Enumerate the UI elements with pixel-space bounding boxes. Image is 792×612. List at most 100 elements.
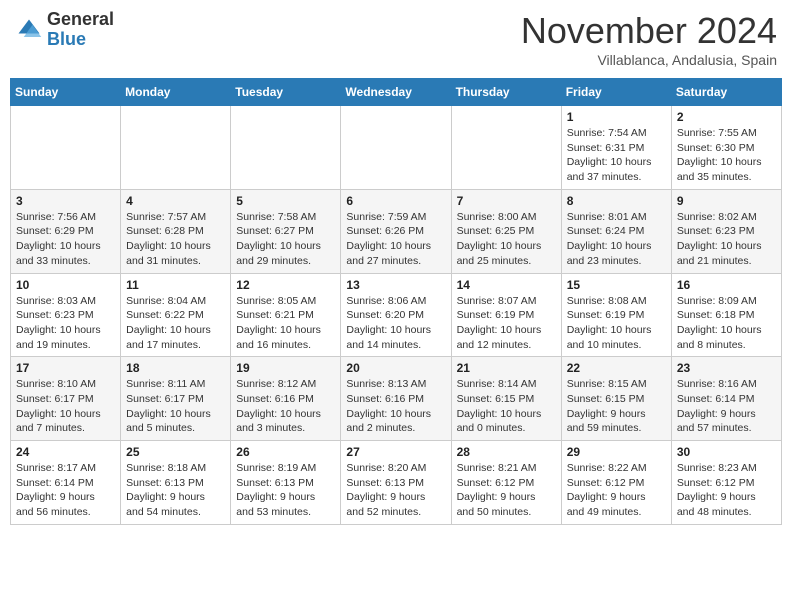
- calendar-cell: 19 Sunrise: 8:12 AMSunset: 6:16 PMDayligh…: [231, 357, 341, 441]
- calendar-cell: 13 Sunrise: 8:06 AMSunset: 6:20 PMDayligh…: [341, 273, 451, 357]
- logo-icon: [15, 16, 43, 44]
- weekday-wednesday: Wednesday: [341, 79, 451, 106]
- day-info: Sunrise: 7:56 AMSunset: 6:29 PMDaylight:…: [16, 210, 115, 269]
- day-info: Sunrise: 7:59 AMSunset: 6:26 PMDaylight:…: [346, 210, 445, 269]
- weekday-header-row: SundayMondayTuesdayWednesdayThursdayFrid…: [11, 79, 782, 106]
- weekday-thursday: Thursday: [451, 79, 561, 106]
- day-info: Sunrise: 8:13 AMSunset: 6:16 PMDaylight:…: [346, 377, 445, 436]
- day-info: Sunrise: 7:57 AMSunset: 6:28 PMDaylight:…: [126, 210, 225, 269]
- month-title: November 2024: [521, 10, 777, 52]
- day-info: Sunrise: 8:17 AMSunset: 6:14 PMDaylight:…: [16, 461, 115, 520]
- calendar-cell: [451, 106, 561, 190]
- weekday-tuesday: Tuesday: [231, 79, 341, 106]
- day-number: 23: [677, 361, 776, 375]
- day-info: Sunrise: 8:00 AMSunset: 6:25 PMDaylight:…: [457, 210, 556, 269]
- day-number: 9: [677, 194, 776, 208]
- day-number: 12: [236, 278, 335, 292]
- day-info: Sunrise: 7:58 AMSunset: 6:27 PMDaylight:…: [236, 210, 335, 269]
- calendar-cell: 2 Sunrise: 7:55 AMSunset: 6:30 PMDaylight…: [671, 106, 781, 190]
- day-number: 21: [457, 361, 556, 375]
- day-info: Sunrise: 8:22 AMSunset: 6:12 PMDaylight:…: [567, 461, 666, 520]
- calendar-cell: 29 Sunrise: 8:22 AMSunset: 6:12 PMDayligh…: [561, 441, 671, 525]
- day-number: 7: [457, 194, 556, 208]
- weekday-sunday: Sunday: [11, 79, 121, 106]
- calendar-cell: 21 Sunrise: 8:14 AMSunset: 6:15 PMDayligh…: [451, 357, 561, 441]
- day-number: 5: [236, 194, 335, 208]
- calendar-cell: [121, 106, 231, 190]
- day-number: 10: [16, 278, 115, 292]
- day-number: 16: [677, 278, 776, 292]
- calendar-cell: 10 Sunrise: 8:03 AMSunset: 6:23 PMDayligh…: [11, 273, 121, 357]
- day-info: Sunrise: 8:16 AMSunset: 6:14 PMDaylight:…: [677, 377, 776, 436]
- day-info: Sunrise: 8:09 AMSunset: 6:18 PMDaylight:…: [677, 294, 776, 353]
- calendar-cell: 15Sunrise: 8:08 AMSunset: 6:19 PMDayligh…: [561, 273, 671, 357]
- day-number: 19: [236, 361, 335, 375]
- day-number: 26: [236, 445, 335, 459]
- logo: General Blue: [15, 10, 114, 50]
- day-number: 24: [16, 445, 115, 459]
- day-number: 4: [126, 194, 225, 208]
- calendar-cell: 27Sunrise: 8:20 AMSunset: 6:13 PMDayligh…: [341, 441, 451, 525]
- calendar-cell: 11 Sunrise: 8:04 AMSunset: 6:22 PMDayligh…: [121, 273, 231, 357]
- calendar-cell: 20 Sunrise: 8:13 AMSunset: 6:16 PMDayligh…: [341, 357, 451, 441]
- day-info: Sunrise: 8:06 AMSunset: 6:20 PMDaylight:…: [346, 294, 445, 353]
- calendar-week-3: 10 Sunrise: 8:03 AMSunset: 6:23 PMDayligh…: [11, 273, 782, 357]
- day-info: Sunrise: 8:20 AMSunset: 6:13 PMDaylight:…: [346, 461, 445, 520]
- calendar-cell: 9Sunrise: 8:02 AMSunset: 6:23 PMDaylight…: [671, 189, 781, 273]
- calendar-cell: 17Sunrise: 8:10 AMSunset: 6:17 PMDayligh…: [11, 357, 121, 441]
- calendar-cell: 16 Sunrise: 8:09 AMSunset: 6:18 PMDayligh…: [671, 273, 781, 357]
- day-info: Sunrise: 8:21 AMSunset: 6:12 PMDaylight:…: [457, 461, 556, 520]
- day-number: 30: [677, 445, 776, 459]
- day-number: 6: [346, 194, 445, 208]
- day-info: Sunrise: 8:11 AMSunset: 6:17 PMDaylight:…: [126, 377, 225, 436]
- page-header: General Blue November 2024 Villablanca, …: [10, 10, 782, 68]
- day-info: Sunrise: 8:19 AMSunset: 6:13 PMDaylight:…: [236, 461, 335, 520]
- day-number: 17: [16, 361, 115, 375]
- day-info: Sunrise: 8:14 AMSunset: 6:15 PMDaylight:…: [457, 377, 556, 436]
- day-number: 1: [567, 110, 666, 124]
- day-info: Sunrise: 8:07 AMSunset: 6:19 PMDaylight:…: [457, 294, 556, 353]
- calendar-cell: 28Sunrise: 8:21 AMSunset: 6:12 PMDayligh…: [451, 441, 561, 525]
- logo-blue: Blue: [47, 29, 86, 49]
- day-number: 8: [567, 194, 666, 208]
- calendar-cell: 5 Sunrise: 7:58 AMSunset: 6:27 PMDaylight…: [231, 189, 341, 273]
- calendar-cell: [231, 106, 341, 190]
- location-subtitle: Villablanca, Andalusia, Spain: [521, 52, 777, 68]
- weekday-friday: Friday: [561, 79, 671, 106]
- day-number: 11: [126, 278, 225, 292]
- day-info: Sunrise: 7:54 AMSunset: 6:31 PMDaylight:…: [567, 126, 666, 185]
- calendar-cell: 14 Sunrise: 8:07 AMSunset: 6:19 PMDayligh…: [451, 273, 561, 357]
- day-number: 20: [346, 361, 445, 375]
- day-number: 29: [567, 445, 666, 459]
- day-number: 3: [16, 194, 115, 208]
- day-number: 14: [457, 278, 556, 292]
- day-info: Sunrise: 8:03 AMSunset: 6:23 PMDaylight:…: [16, 294, 115, 353]
- day-info: Sunrise: 7:55 AMSunset: 6:30 PMDaylight:…: [677, 126, 776, 185]
- calendar-cell: 30 Sunrise: 8:23 AMSunset: 6:12 PMDayligh…: [671, 441, 781, 525]
- day-info: Sunrise: 8:23 AMSunset: 6:12 PMDaylight:…: [677, 461, 776, 520]
- weekday-monday: Monday: [121, 79, 231, 106]
- logo-general: General: [47, 9, 114, 29]
- calendar-cell: 12 Sunrise: 8:05 AMSunset: 6:21 PMDayligh…: [231, 273, 341, 357]
- logo-text: General Blue: [47, 10, 114, 50]
- calendar-week-5: 24 Sunrise: 8:17 AMSunset: 6:14 PMDayligh…: [11, 441, 782, 525]
- calendar-cell: 26 Sunrise: 8:19 AMSunset: 6:13 PMDayligh…: [231, 441, 341, 525]
- day-info: Sunrise: 8:05 AMSunset: 6:21 PMDaylight:…: [236, 294, 335, 353]
- day-number: 22: [567, 361, 666, 375]
- day-number: 18: [126, 361, 225, 375]
- day-info: Sunrise: 8:08 AMSunset: 6:19 PMDaylight:…: [567, 294, 666, 353]
- day-info: Sunrise: 8:12 AMSunset: 6:16 PMDaylight:…: [236, 377, 335, 436]
- calendar-cell: 7 Sunrise: 8:00 AMSunset: 6:25 PMDaylight…: [451, 189, 561, 273]
- calendar-cell: [341, 106, 451, 190]
- day-number: 2: [677, 110, 776, 124]
- day-info: Sunrise: 8:04 AMSunset: 6:22 PMDaylight:…: [126, 294, 225, 353]
- calendar-cell: 23 Sunrise: 8:16 AMSunset: 6:14 PMDayligh…: [671, 357, 781, 441]
- day-number: 25: [126, 445, 225, 459]
- calendar-cell: 25Sunrise: 8:18 AMSunset: 6:13 PMDayligh…: [121, 441, 231, 525]
- calendar-cell: 4 Sunrise: 7:57 AMSunset: 6:28 PMDaylight…: [121, 189, 231, 273]
- day-number: 13: [346, 278, 445, 292]
- day-info: Sunrise: 8:15 AMSunset: 6:15 PMDaylight:…: [567, 377, 666, 436]
- calendar-cell: 24 Sunrise: 8:17 AMSunset: 6:14 PMDayligh…: [11, 441, 121, 525]
- calendar-table: SundayMondayTuesdayWednesdayThursdayFrid…: [10, 78, 782, 525]
- weekday-saturday: Saturday: [671, 79, 781, 106]
